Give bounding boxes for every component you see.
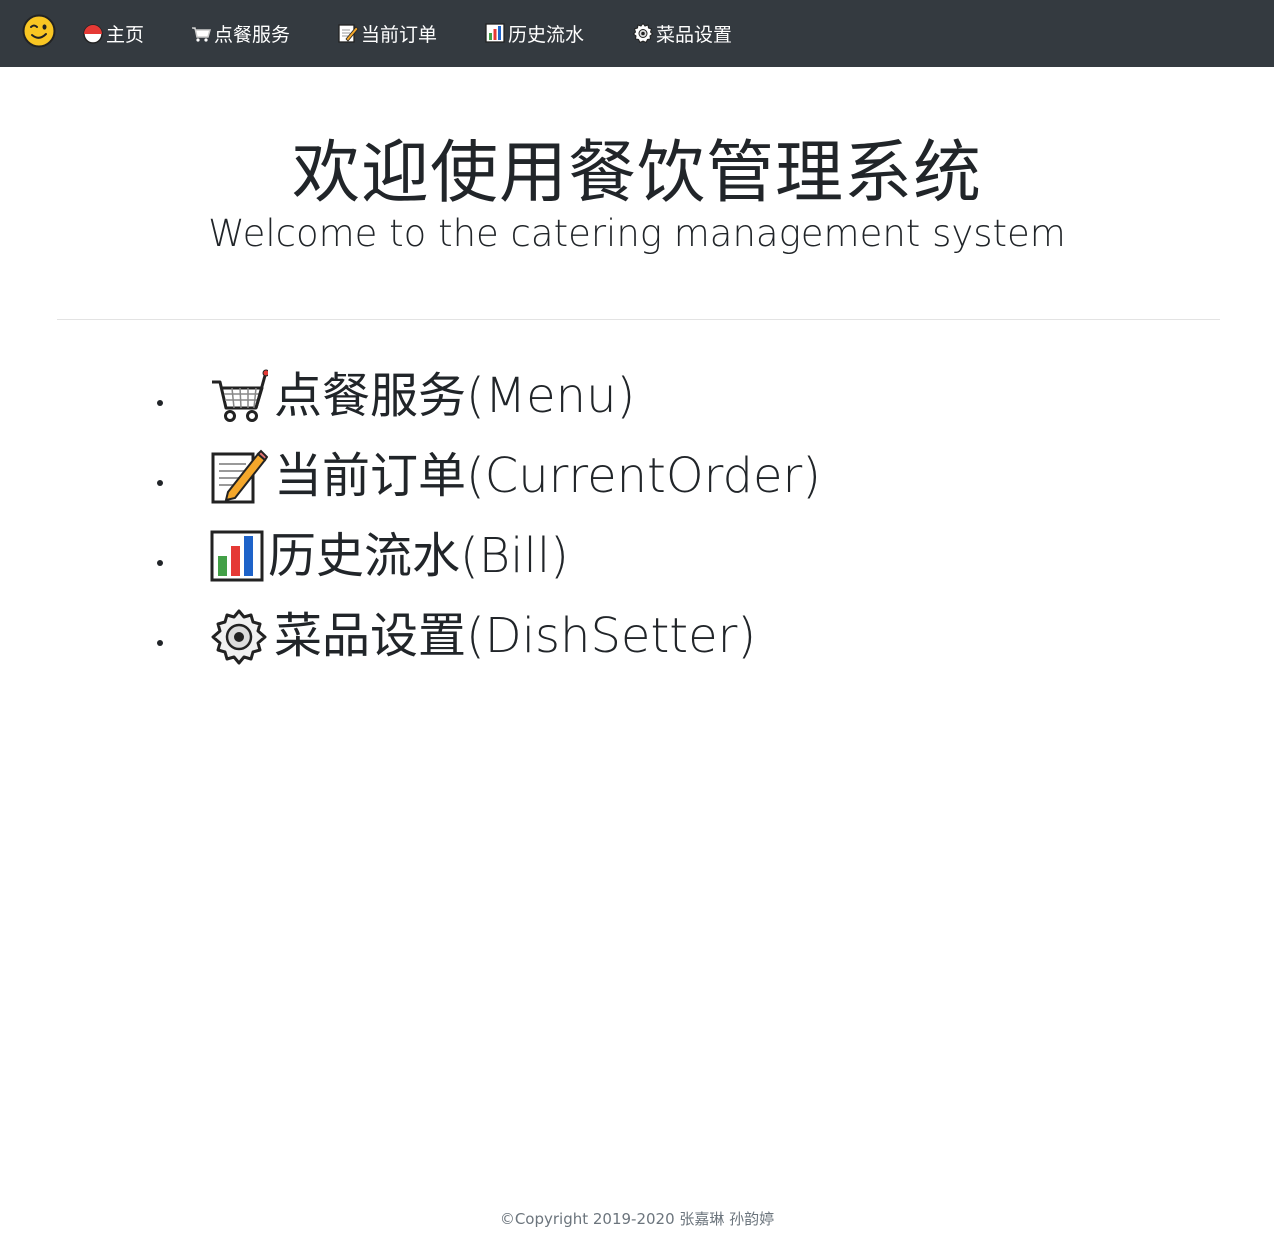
feature-label: 菜品设置(DishSetter) xyxy=(274,608,757,664)
gear-icon xyxy=(632,22,654,44)
winking-face-icon[interactable] xyxy=(22,14,56,48)
page-title: 欢迎使用餐饮管理系统 xyxy=(291,134,982,213)
gear-icon xyxy=(210,608,268,666)
nav-item-label: 点餐服务 xyxy=(214,23,291,46)
list-bullet xyxy=(157,400,163,406)
page-subtitle: Welcome to the catering management syste… xyxy=(208,212,1066,255)
home-icon xyxy=(82,22,104,44)
nav-item-menu[interactable]: 点餐服务 xyxy=(190,19,290,47)
nav-item-label: 当前订单 xyxy=(361,23,438,46)
list-bullet xyxy=(157,560,163,566)
bar-chart-icon xyxy=(484,22,506,44)
feature-label: 点餐服务(Menu) xyxy=(274,368,636,424)
nav-item-home[interactable]: 主页 xyxy=(82,19,144,47)
memo-icon xyxy=(337,22,359,44)
nav-item-dish-setter[interactable]: 菜品设置 xyxy=(632,19,732,47)
shopping-cart-icon xyxy=(210,368,270,426)
feature-label: 当前订单(CurrentOrder) xyxy=(274,448,821,504)
bar-chart-icon xyxy=(210,528,266,586)
memo-icon xyxy=(210,448,269,506)
top-navbar: 主页 点餐服务 当前订单 历史流水 菜品设置 xyxy=(0,0,1274,67)
nav-item-bill[interactable]: 历史流水 xyxy=(484,19,584,47)
divider xyxy=(57,319,1220,320)
footer-copyright: ©Copyright 2019-2020 张嘉琳 孙韵婷 xyxy=(499,1210,775,1228)
feature-label: 历史流水(Bill) xyxy=(268,528,569,584)
nav-item-label: 历史流水 xyxy=(508,23,585,46)
hero-section: 欢迎使用餐饮管理系统 Welcome to the catering manag… xyxy=(0,128,1274,254)
list-bullet xyxy=(157,480,163,486)
shopping-cart-icon xyxy=(190,22,212,44)
nav-item-label: 主页 xyxy=(106,23,145,46)
list-bullet xyxy=(157,640,163,646)
nav-item-label: 菜品设置 xyxy=(656,23,733,46)
nav-item-current-order[interactable]: 当前订单 xyxy=(337,19,437,47)
